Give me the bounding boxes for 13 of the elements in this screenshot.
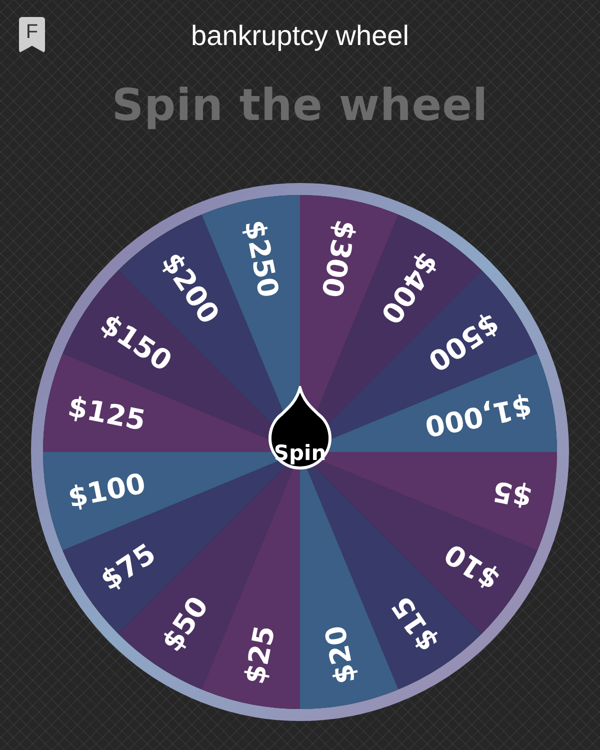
- prize-label: $10: [438, 536, 506, 597]
- prize-label: $100: [65, 466, 148, 514]
- prize-label: $20: [318, 622, 362, 687]
- page-title: bankruptcy wheel: [191, 20, 409, 52]
- prize-label: $5: [490, 474, 535, 514]
- prize-label: $300: [314, 217, 362, 300]
- prize-label: $25: [238, 622, 282, 687]
- prize-label: $125: [65, 390, 148, 438]
- prize-label: $75: [94, 536, 162, 597]
- prize-label: $250: [238, 217, 286, 300]
- bookmark-badge: F: [19, 17, 45, 53]
- prize-label: $1,000: [422, 390, 535, 444]
- wheel-heading: Spin the wheel: [112, 79, 488, 133]
